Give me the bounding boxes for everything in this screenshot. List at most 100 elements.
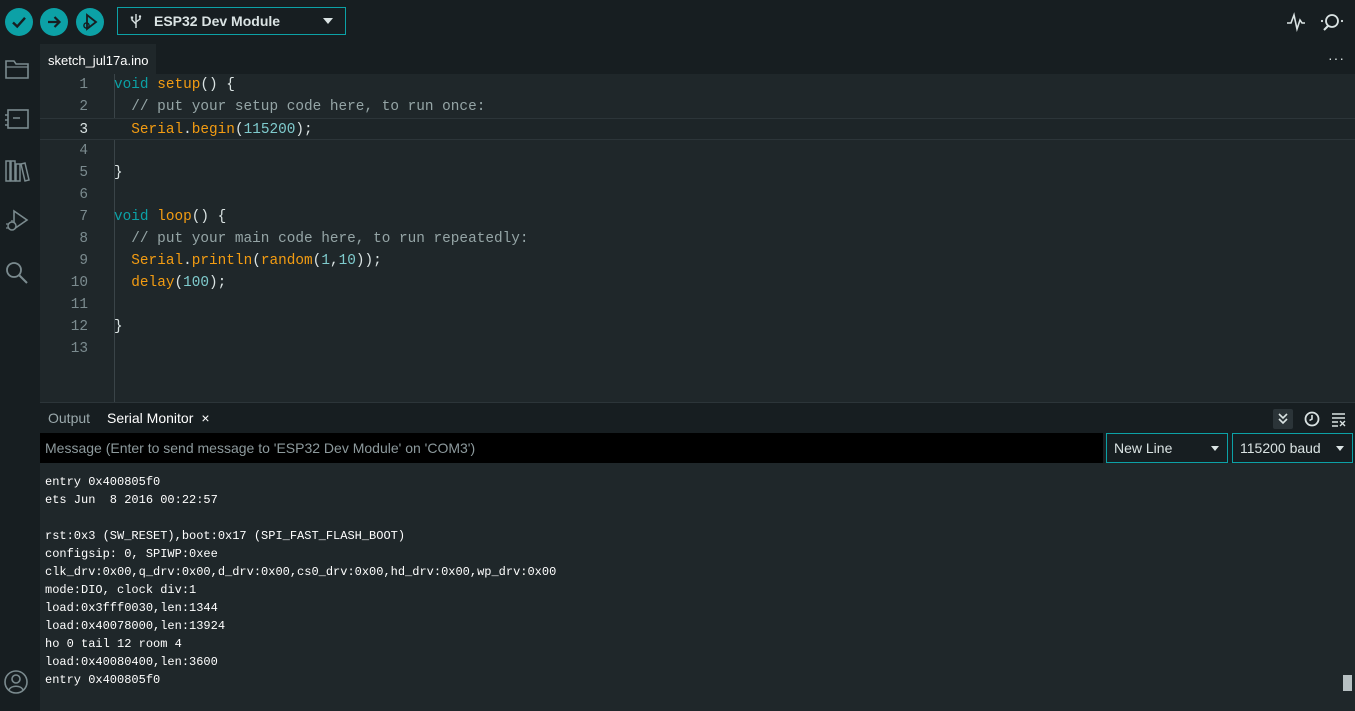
pulse-icon — [1287, 12, 1305, 33]
serial-message-input[interactable] — [40, 433, 1103, 463]
line-number: 12 — [70, 319, 88, 335]
code-line: 1 void setup() { — [40, 74, 1355, 96]
number: 100 — [183, 275, 210, 291]
tab-sketch[interactable]: sketch_jul17a.ino — [40, 44, 157, 75]
search-icon[interactable] — [4, 260, 30, 286]
arrow-right-icon — [48, 16, 62, 28]
line-number: 10 — [70, 275, 88, 291]
code-text: delay(100); — [131, 275, 227, 291]
console-line: load:0x40080400,len:3600 — [45, 655, 218, 669]
serial-input-row: New Line 115200 baud — [40, 433, 1355, 463]
magnifier-dots-icon — [1320, 14, 1344, 31]
line-number: 11 — [70, 297, 88, 313]
console-line: clk_drv:0x00,q_drv:0x00,d_drv:0x00,cs0_d… — [45, 565, 557, 579]
tab-output[interactable]: Output — [48, 403, 90, 433]
usb-icon — [130, 12, 144, 30]
close-icon[interactable]: × — [201, 410, 209, 426]
code-line: 5 } — [40, 162, 1355, 184]
punct: () { — [200, 77, 235, 93]
toolbar: ESP32 Dev Module — [0, 0, 1355, 44]
library-icon[interactable] — [4, 158, 30, 184]
console-line: ho 0 tail 12 room 4 — [45, 637, 182, 651]
code-line: 12 } — [40, 316, 1355, 338]
code-line: 10 delay(100); — [40, 272, 1355, 294]
editor-tabstrip: sketch_jul17a.ino ··· — [40, 44, 1355, 75]
line-number: 7 — [79, 209, 88, 225]
number: 1 — [321, 253, 330, 269]
code-text: Serial.println(random(1,10)); — [131, 253, 382, 269]
autoscroll-icon — [1278, 413, 1288, 425]
console-line: entry 0x400805f0 — [45, 673, 161, 687]
console-line: configsip: 0, SPIWP:0xee — [45, 547, 218, 561]
debug-icon[interactable] — [4, 208, 30, 234]
serial-plotter-button[interactable] — [1286, 12, 1306, 37]
line-number: 1 — [79, 77, 88, 93]
chevron-down-icon — [323, 18, 333, 24]
board-selector[interactable]: ESP32 Dev Module — [117, 7, 346, 35]
line-number: 8 — [79, 231, 88, 247]
line-ending-select[interactable]: New Line — [1106, 433, 1228, 463]
code-editor[interactable]: 1 void setup() { 2 // put your setup cod… — [40, 74, 1355, 402]
number: 10 — [338, 253, 356, 269]
verify-button[interactable] — [5, 8, 33, 36]
code-text: Serial.begin(115200); — [131, 122, 313, 138]
baud-rate-select[interactable]: 115200 baud — [1232, 433, 1353, 463]
tab-serial-monitor[interactable]: Serial Monitor × — [107, 403, 210, 433]
line-number: 9 — [79, 253, 88, 269]
timestamp-button[interactable] — [1302, 409, 1322, 429]
timestamp-icon — [1304, 411, 1320, 427]
console-line: load:0x40078000,len:13924 — [45, 619, 226, 633]
function-name: loop — [157, 209, 192, 225]
autoscroll-button[interactable] — [1273, 409, 1293, 429]
code-line: 8 // put your main code here, to run rep… — [40, 228, 1355, 250]
line-number: 3 — [79, 122, 88, 138]
line-ending-value: New Line — [1114, 440, 1173, 456]
keyword: void — [114, 77, 149, 93]
keyword: void — [114, 209, 149, 225]
upload-button[interactable] — [40, 8, 68, 36]
serial-output[interactable]: entry 0x400805f0 ets Jun 8 2016 00:22:57… — [40, 463, 1355, 711]
code-line-active: 3 Serial.begin(115200); — [40, 118, 1355, 140]
debug-icon — [83, 13, 98, 31]
board-manager-icon[interactable] — [4, 106, 30, 132]
function-name: setup — [157, 77, 201, 93]
scrollbar-thumb[interactable] — [1343, 675, 1352, 691]
console-line: ets Jun 8 2016 00:22:57 — [45, 493, 218, 507]
number: 115200 — [243, 122, 296, 138]
board-name: ESP32 Dev Module — [154, 13, 281, 29]
line-number: 6 — [79, 187, 88, 203]
function-name: delay — [131, 275, 175, 291]
clear-output-button[interactable] — [1329, 409, 1349, 429]
object: Serial — [131, 253, 184, 269]
code-line: 4 — [40, 140, 1355, 162]
debug-button[interactable] — [76, 8, 104, 36]
code-line: 11 — [40, 294, 1355, 316]
code-line: 2 // put your setup code here, to run on… — [40, 96, 1355, 118]
line-number: 13 — [70, 341, 88, 357]
object: Serial — [131, 122, 184, 138]
function-name: println — [191, 253, 253, 269]
code-text: void setup() { — [114, 74, 235, 96]
console-line: load:0x3fff0030,len:1344 — [45, 601, 218, 615]
code-line: 9 Serial.println(random(1,10)); — [40, 250, 1355, 272]
account-icon[interactable] — [3, 669, 29, 695]
line-number: 2 — [79, 99, 88, 115]
checkmark-icon — [12, 16, 26, 29]
baud-rate-value: 115200 baud — [1240, 440, 1321, 456]
chevron-down-icon — [1336, 446, 1344, 451]
more-actions-button[interactable]: ··· — [1328, 50, 1345, 66]
function-name: begin — [191, 122, 235, 138]
serial-monitor-button[interactable] — [1320, 12, 1344, 37]
panel-tabs: Output Serial Monitor × — [40, 402, 1355, 433]
tab-serial-monitor-label: Serial Monitor — [107, 410, 194, 426]
line-number: 5 — [79, 165, 88, 181]
code-text: } — [114, 319, 123, 335]
console-line: rst:0x3 (SW_RESET),boot:0x17 (SPI_FAST_F… — [45, 529, 406, 543]
folder-icon[interactable] — [4, 56, 30, 82]
code-line: 6 — [40, 184, 1355, 206]
comment: // put your main code here, to run repea… — [114, 231, 529, 247]
line-number: 4 — [79, 143, 88, 159]
function-name: random — [260, 253, 313, 269]
activity-bar — [0, 44, 40, 711]
clear-output-icon — [1332, 413, 1346, 427]
